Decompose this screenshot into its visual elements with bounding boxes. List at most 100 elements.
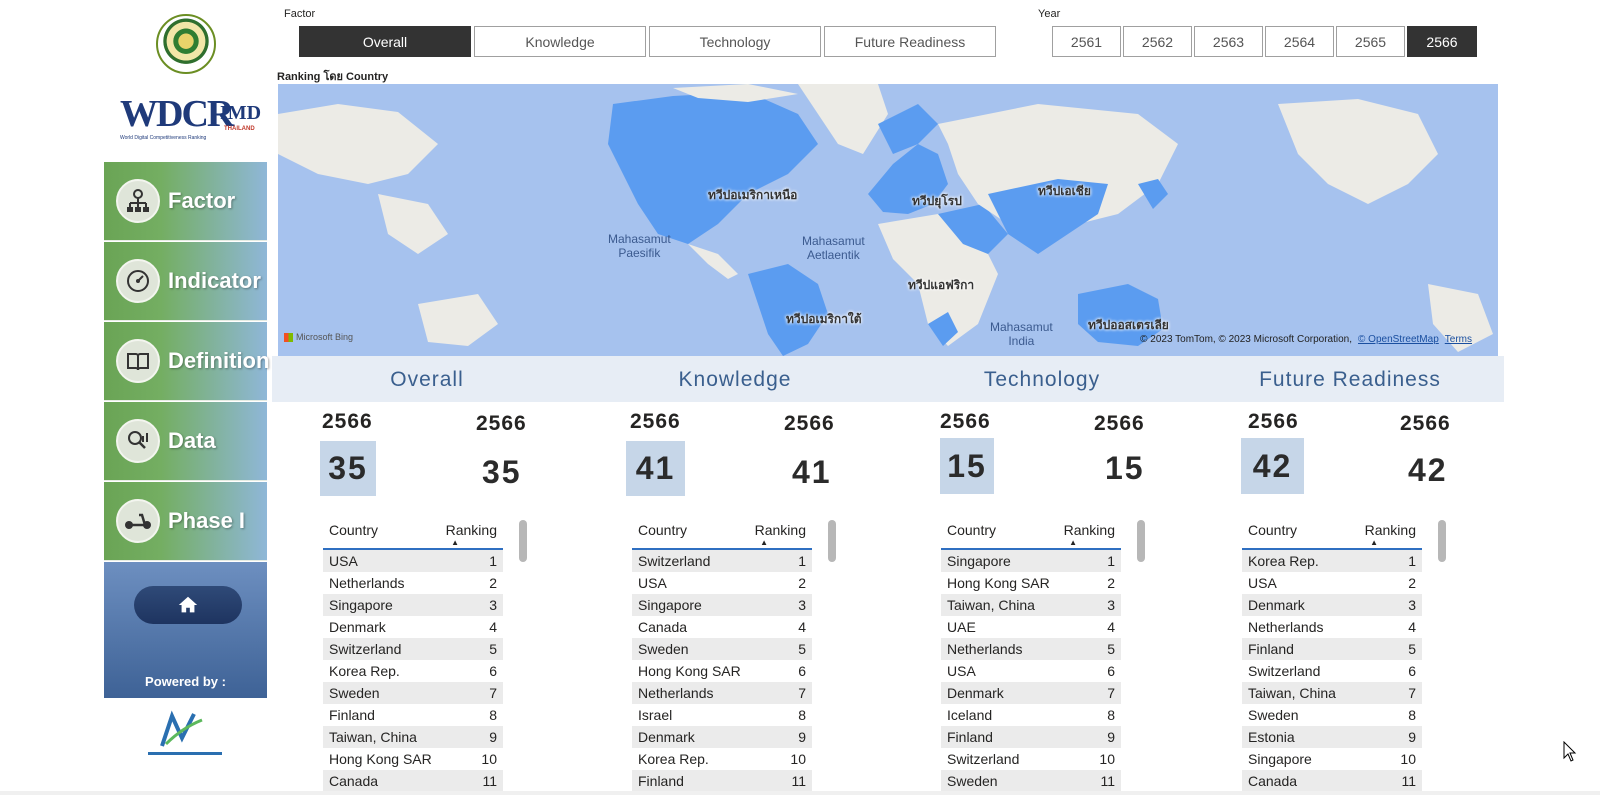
table-row[interactable]: Denmark 7: [941, 682, 1121, 704]
country-cell: Denmark: [329, 619, 386, 635]
dashboard-root: WDCR IMD THAILAND World Digital Competit…: [0, 0, 1600, 795]
table-row[interactable]: Netherlands 7: [632, 682, 812, 704]
knowledge-year-b: 2566: [784, 412, 835, 435]
table-row[interactable]: Hong Kong SAR 10: [323, 748, 503, 770]
menu-item-indicator[interactable]: Indicator: [104, 242, 267, 321]
column-header-country[interactable]: Country: [1248, 522, 1297, 538]
ranking-cell: 2: [489, 575, 497, 591]
column-header-ranking[interactable]: Ranking: [446, 522, 497, 538]
table-row[interactable]: Switzerland 5: [323, 638, 503, 660]
table-row[interactable]: Sweden 11: [941, 770, 1121, 792]
ranking-cell: 2: [1408, 575, 1416, 591]
label-south-america: ทวีปอเมริกาใต้: [786, 312, 862, 326]
table-row[interactable]: Estonia 9: [1242, 726, 1422, 748]
table-row[interactable]: Finland 5: [1242, 638, 1422, 660]
country-cell: Taiwan, China: [1248, 685, 1336, 701]
table-row[interactable]: Netherlands 4: [1242, 616, 1422, 638]
table-row[interactable]: Korea Rep. 10: [632, 748, 812, 770]
factor-option-future-readiness[interactable]: Future Readiness: [824, 26, 996, 57]
table-row[interactable]: Canada 11: [1242, 770, 1422, 792]
table-row[interactable]: Singapore 1: [941, 550, 1121, 572]
ranking-cell: 6: [798, 663, 806, 679]
table-row[interactable]: Korea Rep. 6: [323, 660, 503, 682]
home-button[interactable]: [134, 586, 242, 624]
country-cell: Finland: [329, 707, 375, 723]
table-row[interactable]: Iceland 8: [941, 704, 1121, 726]
table-body: Korea Rep. 1 USA 2 Denmark 3 Netherlands 4 Finla…: [1242, 550, 1452, 792]
table-row[interactable]: Sweden 7: [323, 682, 503, 704]
table-row[interactable]: USA 1: [323, 550, 503, 572]
factor-option-technology[interactable]: Technology: [649, 26, 821, 57]
powered-by-label: Powered by :: [145, 674, 226, 689]
table-row[interactable]: Finland 9: [941, 726, 1121, 748]
table-row[interactable]: Denmark 9: [632, 726, 812, 748]
table-row[interactable]: Switzerland 1: [632, 550, 812, 572]
table-row[interactable]: Denmark 3: [1242, 594, 1422, 616]
table-row[interactable]: Taiwan, China 9: [323, 726, 503, 748]
table-row[interactable]: Netherlands 5: [941, 638, 1121, 660]
menu-item-data[interactable]: Data: [104, 402, 267, 481]
table-row[interactable]: Korea Rep. 1: [1242, 550, 1422, 572]
table-row[interactable]: Netherlands 2: [323, 572, 503, 594]
factor-option-overall[interactable]: Overall: [299, 26, 471, 57]
factor-option-knowledge[interactable]: Knowledge: [474, 26, 646, 57]
terms-link[interactable]: Terms: [1445, 334, 1472, 345]
table-row[interactable]: Hong Kong SAR 2: [941, 572, 1121, 594]
table-row[interactable]: Israel 8: [632, 704, 812, 726]
table-row[interactable]: Taiwan, China 7: [1242, 682, 1422, 704]
year-option-2561[interactable]: 2561: [1052, 26, 1121, 57]
table-row[interactable]: Canada 4: [632, 616, 812, 638]
country-cell: Korea Rep.: [638, 751, 709, 767]
ranking-cell: 7: [489, 685, 497, 701]
table-row[interactable]: Sweden 8: [1242, 704, 1422, 726]
year-slicer-title: Year: [1038, 8, 1061, 20]
year-option-2566[interactable]: 2566: [1407, 26, 1477, 57]
table-row[interactable]: USA 2: [1242, 572, 1422, 594]
table-row[interactable]: Singapore 3: [323, 594, 503, 616]
ranking-cell: 7: [1408, 685, 1416, 701]
year-option-2565[interactable]: 2565: [1336, 26, 1405, 57]
map-attribution: © 2023 TomTom, © 2023 Microsoft Corporat…: [1140, 334, 1472, 345]
country-cell: Singapore: [638, 597, 702, 613]
table-row[interactable]: Switzerland 10: [941, 748, 1121, 770]
table-row[interactable]: Canada 11: [323, 770, 503, 792]
table-row[interactable]: Singapore 3: [632, 594, 812, 616]
table-row[interactable]: Finland 11: [632, 770, 812, 792]
table-scrollbar[interactable]: [828, 520, 836, 562]
year-option-2562[interactable]: 2562: [1123, 26, 1192, 57]
table-row[interactable]: Hong Kong SAR 6: [632, 660, 812, 682]
openstreetmap-link[interactable]: © OpenStreetMap: [1358, 334, 1439, 345]
table-row[interactable]: Switzerland 6: [1242, 660, 1422, 682]
table-row[interactable]: USA 2: [632, 572, 812, 594]
menu-item-definition[interactable]: Definition: [104, 322, 269, 401]
world-map[interactable]: ทวีปอเมริกาเหนือ ทวีปยุโรป ทวีปเอเชีย ทว…: [278, 84, 1498, 356]
table-row[interactable]: USA 6: [941, 660, 1121, 682]
table-scrollbar[interactable]: [1137, 520, 1145, 562]
column-header-ranking[interactable]: Ranking: [1064, 522, 1115, 538]
table-row[interactable]: Sweden 5: [632, 638, 812, 660]
menu-item-factor[interactable]: Factor: [104, 162, 267, 241]
year-option-2564[interactable]: 2564: [1265, 26, 1334, 57]
table-row[interactable]: Taiwan, China 3: [941, 594, 1121, 616]
table-scrollbar[interactable]: [519, 520, 527, 562]
country-cell: Denmark: [947, 685, 1004, 701]
column-header-ranking[interactable]: Ranking: [1365, 522, 1416, 538]
year-option-2563[interactable]: 2563: [1194, 26, 1263, 57]
ranking-cell: 11: [791, 773, 806, 789]
table-scrollbar[interactable]: [1438, 520, 1446, 562]
table-header: Country Ranking ▲: [632, 520, 812, 550]
logo-subtitle: World Digital Competitiveness Ranking: [120, 135, 207, 141]
ranking-cell: 6: [489, 663, 497, 679]
ranking-cell: 5: [798, 641, 806, 657]
column-header-country[interactable]: Country: [329, 522, 378, 538]
overall-year-a: 2566: [322, 410, 373, 433]
column-header-country[interactable]: Country: [638, 522, 687, 538]
column-header-ranking[interactable]: Ranking: [755, 522, 806, 538]
table-row[interactable]: UAE 4: [941, 616, 1121, 638]
menu-item-phase-i[interactable]: Phase I: [104, 482, 267, 561]
column-header-country[interactable]: Country: [947, 522, 996, 538]
table-row[interactable]: Finland 8: [323, 704, 503, 726]
label-pacific-ocean: Mahasamut Paesifik: [608, 232, 671, 260]
table-row[interactable]: Denmark 4: [323, 616, 503, 638]
table-row[interactable]: Singapore 10: [1242, 748, 1422, 770]
